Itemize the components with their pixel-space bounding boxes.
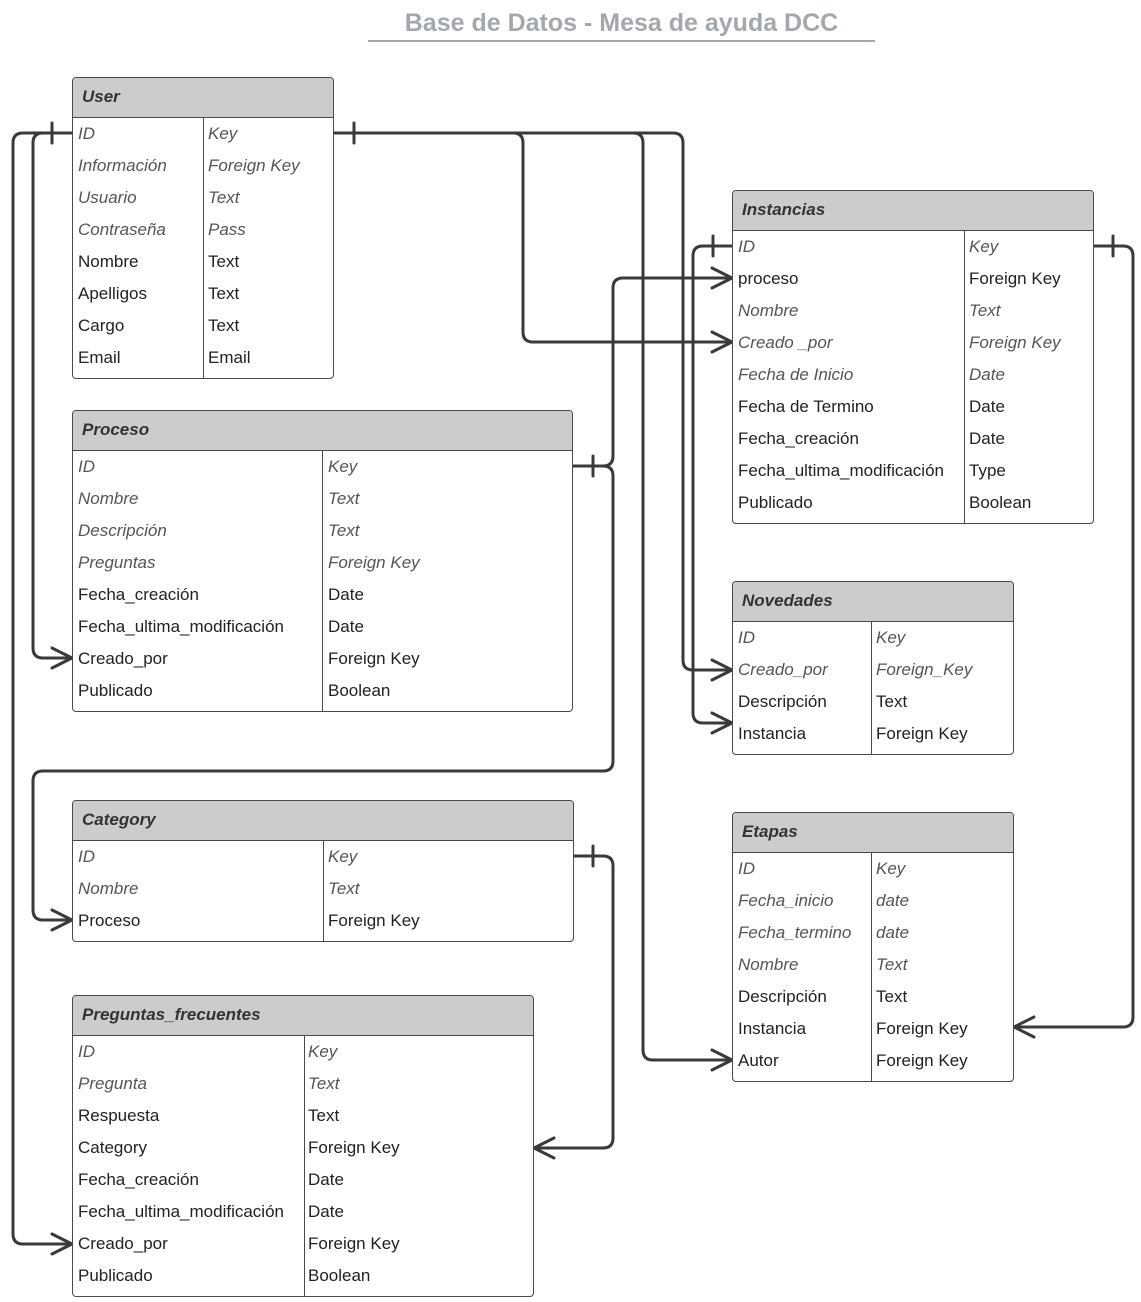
table-row: Respuesta Text: [78, 1106, 340, 1125]
link-user-preguntas: [11, 131, 74, 1246]
table-row: Pregunta Text: [78, 1074, 340, 1093]
table-etapas: Etapas ID Key Fecha_inicio date Fecha_term…: [732, 812, 1014, 1082]
table-row: Fecha_creación Date: [78, 585, 364, 604]
table-category: Category ID Key Nombre Text Proceso Foreign…: [72, 800, 574, 942]
table-row: Proceso Foreign Key: [78, 911, 420, 930]
table-row: ID Key: [78, 457, 358, 476]
table-row: ID Key: [738, 628, 906, 647]
table-row: Fecha de Inicio Date: [738, 365, 1005, 384]
table-row: Fecha_creación Date: [738, 429, 1005, 448]
table-row: Fecha_creación Date: [78, 1170, 344, 1189]
table-row: Category Foreign Key: [78, 1138, 400, 1157]
table-row: Instancia Foreign Key: [738, 1019, 968, 1038]
table-row: Publicado Boolean: [78, 1266, 371, 1285]
table-row: Nombre Text: [78, 879, 360, 898]
table-row: Descripción Text: [78, 521, 360, 540]
table-row: ID Key: [738, 859, 906, 878]
table-title: Preguntas_frecuentes: [73, 996, 533, 1036]
link-instancias-novedades: [691, 244, 734, 725]
table-row: Publicado Boolean: [78, 681, 391, 700]
link-user-proceso: [31, 131, 74, 660]
link-proceso-instancias: [571, 276, 734, 468]
table-row: Descripción Text: [738, 987, 908, 1006]
table-row: Fecha_termino date: [738, 923, 910, 942]
table-title: Category: [73, 801, 573, 841]
table-row: Apelligos Text: [78, 284, 240, 303]
table-novedades: Novedades ID Key Creado_por Foreign_Key De…: [732, 581, 1014, 755]
table-title: User: [73, 78, 333, 118]
table-row: Creado_por Foreign_Key: [738, 660, 973, 679]
table-row: Preguntas Foreign Key: [78, 553, 420, 572]
table-row: Usuario Text: [78, 188, 240, 207]
table-instancias: Instancias ID Key proceso Foreign Key Nomb…: [732, 190, 1094, 524]
table-title: Proceso: [73, 411, 572, 451]
table-title: Etapas: [733, 813, 1013, 853]
table-row: proceso Foreign Key: [738, 269, 1061, 288]
table-row: Nombre Text: [738, 955, 908, 974]
table-row: ID Key: [78, 847, 358, 866]
table-user: User ID Key Información Foreign Key Usuari…: [72, 77, 334, 379]
table-row: Creado_por Foreign Key: [78, 1234, 400, 1253]
table-row: Instancia Foreign Key: [738, 724, 968, 743]
table-preguntas-frecuentes: Preguntas_frecuentes ID Key Pregunta Text …: [72, 995, 534, 1297]
table-row: Autor Foreign Key: [738, 1051, 968, 1070]
table-row: Contraseña Pass: [78, 220, 246, 239]
table-row: Email Email: [78, 348, 251, 367]
link-user-instancias: [332, 131, 734, 344]
table-row: Información Foreign Key: [78, 156, 300, 175]
table-row: ID Key: [78, 124, 238, 143]
table-row: ID Key: [78, 1042, 338, 1061]
table-row: Creado _por Foreign Key: [738, 333, 1061, 352]
table-row: ID Key: [738, 237, 999, 256]
table-proceso: Proceso ID Key Nombre Text Descripción Text…: [72, 410, 573, 712]
table-row: Nombre Text: [78, 489, 360, 508]
table-row: Descripción Text: [738, 692, 908, 711]
table-title: Novedades: [733, 582, 1013, 622]
table-row: Creado_por Foreign Key: [78, 649, 420, 668]
table-row: Fecha de Termino Date: [738, 397, 1005, 416]
table-row: Fecha_inicio date: [738, 891, 910, 910]
table-title: Instancias: [733, 191, 1093, 231]
table-row: Publicado Boolean: [738, 493, 1032, 512]
table-row: Nombre Text: [738, 301, 1001, 320]
table-row: Cargo Text: [78, 316, 240, 335]
table-row: Fecha_ultima_modificación Date: [78, 617, 364, 636]
table-row: Fecha_ultima_modificación Date: [78, 1202, 344, 1221]
table-row: Nombre Text: [78, 252, 240, 271]
table-row: Fecha_ultima_modificación Type: [738, 461, 1006, 480]
